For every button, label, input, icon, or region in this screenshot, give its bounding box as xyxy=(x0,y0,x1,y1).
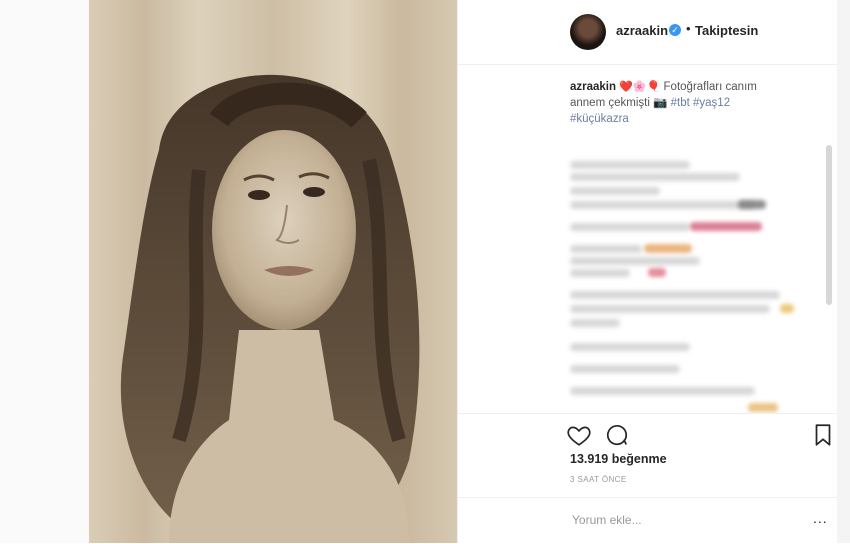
comment-input[interactable] xyxy=(570,510,794,530)
hashtag-tbt[interactable]: #tbt xyxy=(671,97,690,109)
blurred-comment-line xyxy=(570,223,690,231)
avatar[interactable] xyxy=(570,14,606,50)
blurred-emoji xyxy=(644,244,692,253)
blurred-comment-line xyxy=(570,343,690,351)
blurred-comment-line xyxy=(570,257,700,265)
blurred-emoji xyxy=(748,403,778,412)
page-background-left xyxy=(0,0,89,543)
post-side-panel: azraakin ✓ • Takiptesin azraakin ❤️🌸🎈 Fo… xyxy=(457,0,837,543)
blurred-comment-line xyxy=(570,365,680,373)
like-count[interactable]: 13.919 beğenme xyxy=(570,452,667,466)
blurred-comment-line xyxy=(570,187,660,195)
comment-icon[interactable] xyxy=(604,422,630,448)
header-username[interactable]: azraakin xyxy=(616,23,668,38)
hashtag-kucukazra[interactable]: #küçükazra xyxy=(570,113,629,125)
page-background-right xyxy=(836,0,850,543)
caption-text-1: Fotoğrafları canım xyxy=(663,81,757,93)
blurred-comment-line xyxy=(570,173,740,181)
more-options-button[interactable]: ... xyxy=(813,510,828,526)
blurred-comment-line xyxy=(570,305,770,313)
post-actions xyxy=(458,413,837,454)
hashtag-yas12[interactable]: #yaş12 xyxy=(693,97,730,109)
following-button[interactable]: Takiptesin xyxy=(695,23,758,38)
blurred-comment-line xyxy=(570,201,755,209)
bookmark-icon[interactable] xyxy=(810,422,836,448)
verified-badge-icon: ✓ xyxy=(669,24,681,36)
comments-scrollbar[interactable] xyxy=(826,145,832,305)
comment-bar: ... xyxy=(458,497,837,544)
post-photo[interactable] xyxy=(89,0,457,543)
blurred-emoji xyxy=(738,200,766,209)
photo-illustration xyxy=(89,0,457,543)
blurred-comment-line xyxy=(570,269,630,277)
heart-icon[interactable] xyxy=(566,422,592,448)
header-separator: • xyxy=(686,21,691,36)
caption-text-2: annem çekmişti xyxy=(570,97,650,109)
post-timestamp: 3 SAAT ÖNCE xyxy=(570,475,627,484)
blurred-comment-line xyxy=(570,319,620,327)
caption-username[interactable]: azraakin xyxy=(570,81,616,93)
comments-list[interactable]: azraakin ❤️🌸🎈 Fotoğrafları canım annem ç… xyxy=(458,65,837,413)
blurred-emoji xyxy=(690,222,762,231)
blurred-emoji xyxy=(648,268,666,277)
blurred-comment-line xyxy=(570,245,642,253)
post-header: azraakin ✓ • Takiptesin xyxy=(458,0,837,65)
blurred-emoji xyxy=(780,304,794,313)
post-caption: azraakin ❤️🌸🎈 Fotoğrafları canım annem ç… xyxy=(570,79,790,127)
blurred-comment-line xyxy=(570,161,690,169)
blurred-comment-line xyxy=(570,387,755,395)
camera-emoji: 📷 xyxy=(653,97,668,109)
blurred-comment-line xyxy=(570,291,780,299)
caption-emojis: ❤️🌸🎈 xyxy=(619,81,661,93)
